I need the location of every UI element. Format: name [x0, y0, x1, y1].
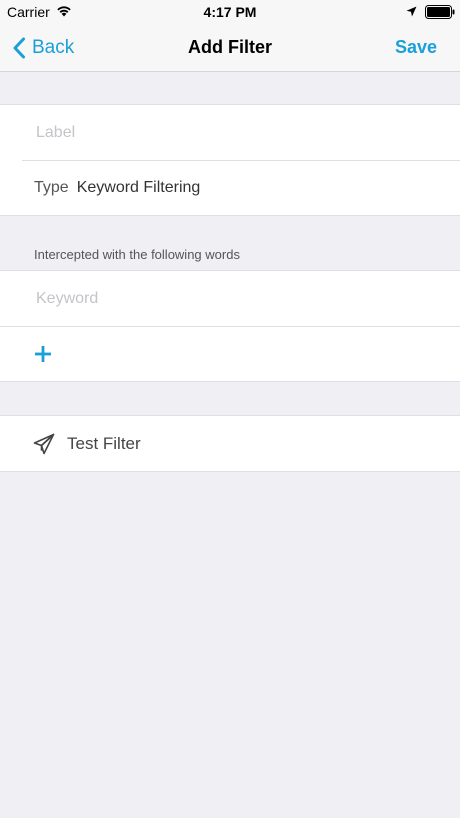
- clock: 4:17 PM: [203, 4, 257, 20]
- battery-icon: [425, 5, 455, 19]
- location-arrow-icon: [406, 6, 417, 17]
- type-key-label: Type: [34, 178, 69, 196]
- paper-plane-icon: [33, 433, 55, 454]
- page-title: Add Filter: [188, 37, 272, 57]
- type-row[interactable]: Type Keyword Filtering: [0, 160, 460, 215]
- keywords-section: [0, 270, 460, 382]
- label-row[interactable]: [0, 105, 460, 160]
- test-filter-label: Test Filter: [67, 433, 141, 453]
- label-field[interactable]: [34, 122, 418, 143]
- test-section: Test Filter: [0, 415, 460, 472]
- test-filter-button[interactable]: Test Filter: [0, 416, 460, 471]
- plus-icon[interactable]: [34, 345, 52, 363]
- keyword-input[interactable]: [34, 288, 418, 309]
- type-value: Keyword Filtering: [76, 178, 201, 196]
- words-section-header: Intercepted with the following words: [34, 247, 240, 262]
- save-button[interactable]: Save: [395, 24, 437, 71]
- status-bar: Carrier 4:17 PM: [0, 0, 460, 24]
- filter-details-section: Type Keyword Filtering: [0, 104, 460, 216]
- add-keyword-row[interactable]: [0, 326, 460, 381]
- navigation-bar: Back Add Filter Save: [0, 24, 460, 72]
- keyword-row[interactable]: [0, 271, 460, 326]
